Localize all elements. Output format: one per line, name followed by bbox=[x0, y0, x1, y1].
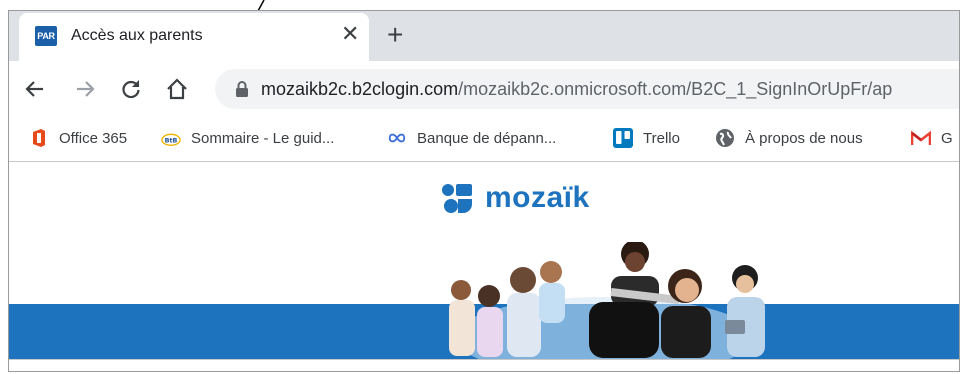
address-bar[interactable]: mozaikb2c.b2clogin.com/mozaikb2c.onmicro… bbox=[215, 69, 959, 109]
reload-button[interactable] bbox=[117, 75, 145, 103]
bookmark-sommaire[interactable]: BtB Sommaire - Le guid... bbox=[161, 128, 334, 148]
forward-button[interactable] bbox=[71, 75, 99, 103]
tab-favicon: PAR bbox=[35, 26, 57, 46]
back-arrow-icon bbox=[25, 81, 43, 97]
home-icon bbox=[167, 78, 187, 100]
bookmark-label: À propos de nous bbox=[745, 129, 863, 147]
bookmark-banque[interactable]: Banque de dépann... bbox=[387, 128, 556, 148]
infinity-icon bbox=[387, 128, 407, 148]
tab-strip: PAR Accès aux parents ✕ + bbox=[9, 11, 959, 61]
hero-image bbox=[449, 242, 765, 360]
url-text: mozaikb2c.b2clogin.com/mozaikb2c.onmicro… bbox=[261, 79, 892, 100]
url-domain: mozaikb2c.b2clogin.com bbox=[261, 79, 459, 99]
bookmarks-bar: Office 365 BtB Sommaire - Le guid... Ban… bbox=[9, 117, 959, 162]
bookmark-label: G bbox=[941, 129, 953, 147]
svg-text:BtB: BtB bbox=[165, 138, 178, 145]
web-page: mozaïk bbox=[9, 162, 959, 371]
browser-window: PAR Accès aux parents ✕ + mozaikb2c.b2cl… bbox=[8, 10, 960, 372]
close-tab-icon[interactable]: ✕ bbox=[341, 23, 359, 45]
browser-toolbar: mozaikb2c.b2clogin.com/mozaikb2c.onmicro… bbox=[9, 61, 959, 117]
forward-arrow-icon bbox=[77, 81, 95, 97]
gmail-icon bbox=[911, 128, 931, 148]
back-button[interactable] bbox=[21, 75, 49, 103]
bookmark-a-propos[interactable]: À propos de nous bbox=[715, 128, 863, 148]
bookmark-label: Sommaire - Le guid... bbox=[191, 129, 335, 147]
reload-icon bbox=[122, 80, 140, 99]
home-button[interactable] bbox=[163, 75, 191, 103]
divider bbox=[9, 359, 959, 360]
bookmark-label: Banque de dépann... bbox=[417, 129, 557, 147]
tab-title: Accès aux parents bbox=[71, 27, 203, 44]
mozaik-logo-icon bbox=[442, 184, 472, 213]
mozaik-logo: mozaïk bbox=[441, 180, 590, 216]
trello-icon bbox=[613, 128, 633, 148]
office-icon bbox=[29, 128, 49, 148]
logo-text: mozaïk bbox=[485, 181, 590, 214]
bookmark-trello[interactable]: Trello bbox=[613, 128, 680, 148]
bookmark-label: Trello bbox=[643, 129, 680, 147]
new-tab-button[interactable]: + bbox=[387, 21, 403, 49]
bookmark-label: Office 365 bbox=[59, 129, 128, 147]
bookmark-gmail[interactable]: G bbox=[911, 128, 953, 148]
lock-icon[interactable] bbox=[235, 80, 249, 98]
globe-icon bbox=[715, 128, 735, 148]
browser-tab[interactable]: PAR Accès aux parents ✕ bbox=[19, 13, 369, 61]
btb-icon: BtB bbox=[161, 128, 181, 148]
url-path: /mozaikb2c.onmicrosoft.com/B2C_1_SignInO… bbox=[458, 79, 893, 99]
bookmark-office-365[interactable]: Office 365 bbox=[29, 128, 127, 148]
